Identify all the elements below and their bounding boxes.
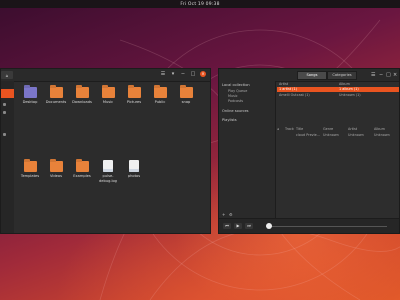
files-window: ⌂ ☰ ▾ − □ × Desktop Documents Downloads Mus… bbox=[0, 68, 211, 234]
maximize-icon[interactable]: □ bbox=[386, 72, 391, 78]
artist-column-header[interactable]: Artist bbox=[279, 82, 288, 86]
file-item-label: Pictures bbox=[126, 100, 142, 104]
file-item-label: Examples bbox=[73, 174, 91, 179]
track-genre[interactable]: Unknown bbox=[323, 133, 339, 137]
sidebar-item-icon[interactable] bbox=[3, 103, 6, 106]
music-folder-icon bbox=[101, 87, 115, 98]
public-folder-icon bbox=[153, 87, 167, 98]
file-item[interactable]: photos bbox=[121, 157, 147, 229]
rhythmbox-window: Songs Categories ☰ − □ × Local collectio… bbox=[218, 68, 400, 234]
title-column-header[interactable]: Title bbox=[296, 127, 303, 131]
file-item-label: Desktop bbox=[22, 100, 38, 104]
files-headerbar: ⌂ ☰ ▾ − □ × bbox=[1, 69, 210, 82]
menu-chevron-icon[interactable]: ▾ bbox=[170, 71, 176, 77]
sidebar-section-online[interactable]: Online sources bbox=[222, 109, 249, 113]
file-item[interactable]: Templates bbox=[17, 157, 43, 229]
pictures-folder-icon bbox=[127, 87, 141, 98]
add-playlist-button[interactable]: + bbox=[222, 212, 225, 217]
genre-column-header[interactable]: Genre bbox=[323, 127, 333, 131]
seek-handle[interactable] bbox=[266, 223, 272, 229]
playback-controls: ⏮ ▶ ⏭ bbox=[219, 218, 399, 233]
file-item-label: Documents bbox=[45, 100, 67, 104]
file-item[interactable]: Music bbox=[95, 83, 121, 150]
play-button[interactable]: ▶ bbox=[234, 223, 242, 229]
file-item[interactable]: snap bbox=[173, 83, 199, 150]
next-button[interactable]: ⏭ bbox=[245, 223, 253, 229]
album-row[interactable]: Unknown (1) bbox=[339, 93, 361, 97]
seek-bar[interactable] bbox=[269, 226, 387, 227]
file-item-label: Music bbox=[102, 100, 114, 104]
file-item-label: Templates bbox=[20, 174, 40, 179]
file-item[interactable]: Documents bbox=[43, 83, 69, 150]
top-panel: Fri Oct 19 09:38 bbox=[0, 0, 400, 8]
photos-file-icon bbox=[129, 160, 139, 173]
maximize-icon[interactable]: □ bbox=[190, 71, 196, 77]
rhythmbox-sidebar: Local collection Play Queue Music Podcas… bbox=[219, 81, 276, 219]
sidebar-item-music[interactable]: Music bbox=[228, 94, 238, 98]
sidebar-item-icon[interactable] bbox=[3, 111, 6, 114]
file-item[interactable]: Public bbox=[147, 83, 173, 150]
view-options-icon[interactable]: ☰ bbox=[160, 71, 166, 77]
files-sidebar bbox=[1, 81, 14, 233]
artist-row[interactable]: Amelli Outcast (1) bbox=[279, 93, 310, 97]
track-column-header[interactable]: Track bbox=[285, 127, 294, 131]
sidebar-section-playlists[interactable]: Playlists bbox=[222, 118, 237, 122]
file-item-label: pulse-debug.log bbox=[99, 174, 117, 183]
file-item-label: Public bbox=[154, 100, 166, 104]
clock[interactable]: Fri Oct 19 09:38 bbox=[180, 2, 219, 7]
album-column-header[interactable]: Album bbox=[339, 82, 350, 86]
snap-folder-icon bbox=[179, 87, 193, 98]
file-item-label: snap bbox=[181, 100, 191, 104]
file-item-label: photos bbox=[127, 174, 141, 179]
sidebar-section-library[interactable]: Local collection bbox=[222, 83, 250, 87]
file-item[interactable]: Examples bbox=[69, 157, 95, 229]
examples-folder-icon bbox=[75, 161, 89, 173]
sidebar-item-play-queue[interactable]: Play Queue bbox=[228, 89, 247, 93]
sidebar-item-podcasts[interactable]: Podcasts bbox=[228, 99, 243, 103]
templates-folder-icon bbox=[23, 161, 37, 173]
settings-icon[interactable]: ⚙ bbox=[229, 212, 233, 217]
downloads-folder-icon bbox=[75, 87, 89, 98]
tab-songs[interactable]: Songs bbox=[297, 71, 327, 80]
previous-button[interactable]: ⏮ bbox=[223, 223, 231, 229]
minimize-icon[interactable]: − bbox=[180, 71, 186, 77]
artist-album-browser: Artist Album 1 artist (1) 1 album (1) Am… bbox=[277, 82, 399, 124]
file-item[interactable]: Downloads bbox=[69, 83, 95, 150]
home-path-button[interactable]: ⌂ bbox=[1, 71, 13, 79]
file-item[interactable]: Desktop bbox=[17, 83, 43, 150]
desktop-folder-icon bbox=[23, 87, 37, 98]
album-all-row[interactable]: 1 album (1) bbox=[339, 87, 359, 92]
sidebar-item-icon[interactable] bbox=[3, 133, 6, 136]
minimize-icon[interactable]: − bbox=[379, 72, 383, 78]
album-column-header[interactable]: Album bbox=[374, 127, 385, 131]
artist-column-header[interactable]: Artist bbox=[348, 127, 357, 131]
track-title[interactable]: cloud Previe... bbox=[296, 133, 320, 137]
file-item-label: Videos bbox=[50, 174, 62, 179]
play-indicator-icon: ◂ bbox=[277, 127, 279, 131]
file-item[interactable]: pulse-debug.log bbox=[95, 157, 121, 229]
track-album[interactable]: Unknown bbox=[374, 133, 390, 137]
close-icon[interactable]: × bbox=[393, 72, 397, 78]
files-grid: Desktop Documents Downloads Music Pictures Pu… bbox=[17, 83, 206, 229]
sidebar-item-home[interactable] bbox=[1, 89, 14, 98]
file-item[interactable]: Pictures bbox=[121, 83, 147, 150]
log-file-icon bbox=[103, 160, 113, 173]
tab-categories[interactable]: Categories bbox=[327, 71, 357, 80]
menu-icon[interactable]: ☰ bbox=[371, 72, 375, 78]
track-artist[interactable]: Unknown bbox=[348, 133, 364, 137]
documents-folder-icon bbox=[49, 87, 63, 98]
file-item-label: Downloads bbox=[72, 100, 92, 104]
videos-folder-icon bbox=[49, 161, 63, 173]
close-button[interactable]: × bbox=[200, 71, 206, 77]
artist-all-row[interactable]: 1 artist (1) bbox=[279, 87, 297, 92]
file-item[interactable]: Videos bbox=[43, 157, 69, 229]
